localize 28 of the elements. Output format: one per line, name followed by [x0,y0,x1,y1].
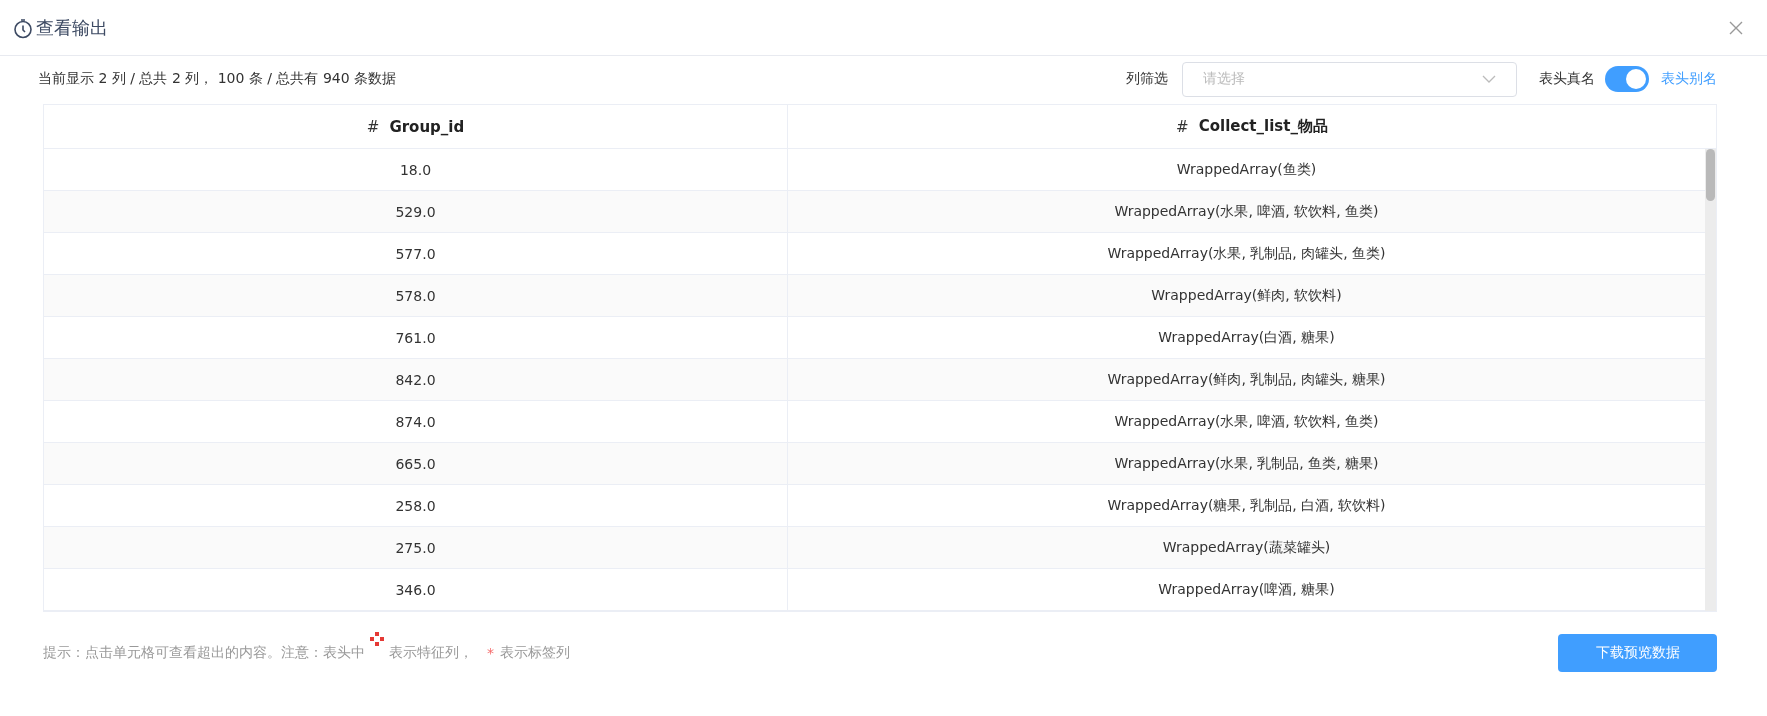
table-cell[interactable]: 761.0 [44,317,787,358]
table-cell[interactable]: 842.0 [44,359,787,400]
toggle-label: 表头真名 [1539,70,1595,88]
header-toggle-switch[interactable] [1605,66,1649,92]
table-cell[interactable]: 18.0 [44,149,787,190]
scrollbar[interactable] [1705,149,1716,611]
column-header: # Group_id [365,116,466,138]
table-cell[interactable]: 346.0 [44,569,787,610]
table-cell[interactable]: 275.0 [44,527,787,568]
table-cell[interactable]: 529.0 [44,191,787,232]
column-header: # Collect_list_物品 [787,105,1716,148]
hint-text: 表示特征列， [389,644,473,662]
label-mark: * [487,645,494,661]
stopwatch-icon [12,16,34,39]
table-cell[interactable]: 258.0 [44,485,787,526]
chevron-down-icon [1482,75,1496,83]
summary-text: 当前显示 2 列 / 总共 2 列， 100 条 / 总共有 940 条数据 [38,70,397,88]
table-cell[interactable]: 874.0 [44,401,787,442]
dialog-title: 查看输出 [36,15,108,40]
hint-text: 提示：点击单元格可查看超出的内容。注意：表头中 [43,644,365,662]
hint-text: 表示标签列 [500,644,570,662]
table-cell[interactable]: 665.0 [44,443,787,484]
table-cell[interactable]: 578.0 [44,275,787,316]
toggle-label: 表头别名 [1661,70,1717,88]
table-cell[interactable]: 577.0 [44,233,787,274]
close-icon[interactable] [1729,20,1743,35]
filter-label: 列筛选 [1126,70,1168,88]
feature-column-icon [370,632,384,646]
